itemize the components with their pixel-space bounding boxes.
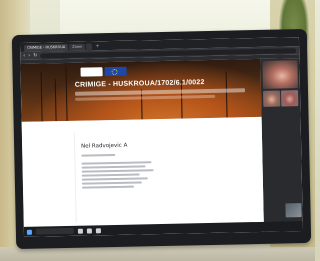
laptop-screen: CRIMIGE - HUSKROUA Zoom + ‹ › ↻ CRIMIGE (19, 37, 303, 237)
forward-icon[interactable]: › (28, 52, 30, 60)
banner-reed (65, 65, 68, 121)
programme-logo (80, 67, 103, 77)
eu-flag-icon (104, 66, 127, 77)
banner-subtitle (74, 88, 246, 96)
banner-reed (40, 71, 43, 122)
text-line (81, 181, 142, 185)
app-icon[interactable] (86, 227, 92, 234)
text-line (81, 165, 146, 169)
page-content: Nel Radvojevic A (21, 116, 264, 227)
banner-reed (54, 79, 57, 122)
text-line (81, 153, 116, 157)
text-line (81, 161, 152, 165)
browser-icon[interactable] (95, 227, 101, 233)
page-banner: CRIMIGE - HUSKROUA/1702/6.1/0022 (20, 58, 262, 122)
banner-subtitle (75, 94, 216, 101)
desk-surface (0, 247, 315, 261)
participant-video[interactable] (285, 203, 302, 218)
profile-card: Nel Radvojevic A (73, 129, 256, 223)
banner-reed (225, 71, 228, 118)
start-icon[interactable] (26, 229, 32, 235)
partner-logos (80, 66, 127, 77)
participant-video[interactable] (262, 60, 298, 89)
back-icon[interactable]: ‹ (23, 52, 25, 60)
taskbar-search[interactable] (35, 227, 74, 235)
video-call-panel (260, 58, 303, 232)
laptop: CRIMIGE - HUSKROUA Zoom + ‹ › ↻ CRIMIGE (11, 28, 312, 250)
text-line (81, 177, 148, 181)
user-name: Nel Radvojevic A (81, 142, 128, 150)
participant-video[interactable] (263, 90, 281, 107)
participant-video[interactable] (281, 90, 299, 107)
page-title: CRIMIGE - HUSKROUA/1702/6.1/0022 (74, 79, 205, 89)
reload-icon[interactable]: ↻ (33, 52, 37, 60)
app-icon[interactable] (77, 228, 83, 234)
text-line (81, 185, 135, 189)
text-line (81, 173, 140, 177)
text-line (81, 169, 154, 173)
